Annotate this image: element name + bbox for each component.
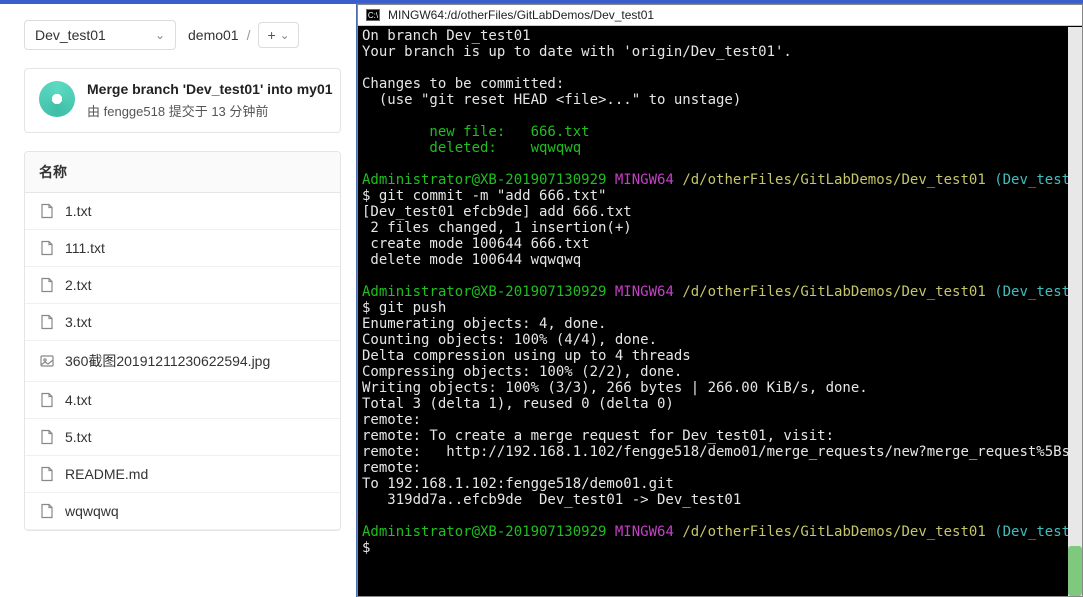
terminal-line: Enumerating objects: 4, done. — [362, 316, 606, 332]
commit-info: Merge branch 'Dev_test01' into my01 由 fe… — [87, 81, 333, 120]
terminal-window[interactable]: C:\ MINGW64:/d/otherFiles/GitLabDemos/De… — [357, 4, 1083, 597]
file-icon — [39, 277, 55, 293]
terminal-line: delete mode 100644 wqwqwq — [362, 252, 581, 268]
prompt-path: /d/otherFiles/GitLabDemos/Dev_test01 — [682, 524, 985, 540]
breadcrumb-slash: / — [247, 27, 251, 43]
file-name: README.md — [65, 466, 148, 482]
terminal-line: remote: — [362, 412, 421, 428]
terminal-icon: C:\ — [366, 9, 380, 21]
terminal-line: Changes to be committed: — [362, 76, 564, 92]
file-row[interactable]: 360截图20191211230622594.jpg — [25, 341, 340, 382]
commit-by-label: 由 — [87, 104, 104, 119]
file-row[interactable]: README.md — [25, 456, 340, 493]
file-name: 360截图20191211230622594.jpg — [65, 351, 270, 371]
terminal-cmd: git commit -m "add 666.txt" — [370, 188, 606, 204]
add-button[interactable]: + ⌄ — [258, 22, 298, 48]
terminal-line: Delta compression using up to 4 threads — [362, 348, 691, 364]
terminal-line: remote: — [362, 460, 421, 476]
terminal-line: 319dd7a..efcb9de Dev_test01 -> Dev_test0… — [362, 492, 741, 508]
prompt-userhost: Administrator@XB-201907130929 — [362, 284, 606, 300]
file-name: 4.txt — [65, 392, 91, 408]
file-name: 1.txt — [65, 203, 91, 219]
prompt-path: /d/otherFiles/GitLabDemos/Dev_test01 — [682, 284, 985, 300]
prompt-userhost: Administrator@XB-201907130929 — [362, 524, 606, 540]
file-row[interactable]: 2.txt — [25, 267, 340, 304]
commit-meta-text: 提交于 — [165, 104, 211, 119]
image-file-icon — [39, 353, 55, 369]
file-name: 3.txt — [65, 314, 91, 330]
terminal-line: remote: To create a merge request for De… — [362, 428, 834, 444]
terminal-line: Your branch is up to date with 'origin/D… — [362, 44, 792, 60]
terminal-titlebar[interactable]: C:\ MINGW64:/d/otherFiles/GitLabDemos/De… — [358, 5, 1082, 26]
terminal-line: On branch Dev_test01 — [362, 28, 531, 44]
plus-icon: + — [267, 27, 275, 43]
terminal-line: new file: 666.txt — [362, 124, 590, 140]
controls-row: Dev_test01 ⌄ demo01 / + ⌄ — [24, 20, 341, 50]
terminal-line: (use "git reset HEAD <file>..." to unsta… — [362, 92, 741, 108]
commit-title: Merge branch 'Dev_test01' into my01 — [87, 81, 333, 97]
terminal-line: Counting objects: 100% (4/4), done. — [362, 332, 657, 348]
breadcrumb: demo01 / + ⌄ — [188, 22, 299, 48]
file-icon — [39, 314, 55, 330]
file-row[interactable]: 4.txt — [25, 382, 340, 419]
file-icon — [39, 503, 55, 519]
file-row[interactable]: 3.txt — [25, 304, 340, 341]
file-row[interactable]: 5.txt — [25, 419, 340, 456]
branch-label: Dev_test01 — [35, 27, 106, 43]
file-icon — [39, 429, 55, 445]
chevron-down-icon: ⌄ — [155, 28, 165, 42]
commit-time: 13 分钟前 — [211, 104, 268, 119]
file-icon — [39, 466, 55, 482]
file-icon — [39, 240, 55, 256]
prompt-shell: MINGW64 — [615, 172, 674, 188]
file-row[interactable]: wqwqwq — [25, 493, 340, 530]
file-table-header: 名称 — [25, 152, 340, 193]
terminal-line: Writing objects: 100% (3/3), 266 bytes |… — [362, 380, 868, 396]
file-icon — [39, 203, 55, 219]
commit-meta: 由 fengge518 提交于 13 分钟前 — [87, 101, 333, 120]
terminal-line: 2 files changed, 1 insertion(+) — [362, 220, 632, 236]
terminal-line: remote: http://192.168.1.102/fengge518/d… — [362, 444, 1082, 460]
terminal-line: To 192.168.1.102:fengge518/demo01.git — [362, 476, 674, 492]
prompt-shell: MINGW64 — [615, 524, 674, 540]
commit-card[interactable]: Merge branch 'Dev_test01' into my01 由 fe… — [24, 68, 341, 133]
breadcrumb-item[interactable]: demo01 — [188, 27, 239, 43]
prompt-dollar: $ — [362, 540, 370, 556]
file-name: 5.txt — [65, 429, 91, 445]
terminal-line: deleted: wqwqwq — [362, 140, 581, 156]
file-row[interactable]: 111.txt — [25, 230, 340, 267]
file-table: 名称 1.txt 111.txt 2.txt 3.txt 360截图2019121123… — [24, 151, 341, 531]
avatar — [39, 81, 75, 117]
terminal-line: Total 3 (delta 1), reused 0 (delta 0) — [362, 396, 674, 412]
file-name: 2.txt — [65, 277, 91, 293]
branch-dropdown[interactable]: Dev_test01 ⌄ — [24, 20, 176, 50]
prompt-userhost: Administrator@XB-201907130929 — [362, 172, 606, 188]
terminal-line: create mode 100644 666.txt — [362, 236, 590, 252]
terminal-line: Compressing objects: 100% (2/2), done. — [362, 364, 682, 380]
prompt-shell: MINGW64 — [615, 284, 674, 300]
chevron-down-icon: ⌄ — [280, 28, 290, 42]
file-row[interactable]: 1.txt — [25, 193, 340, 230]
commit-author[interactable]: fengge518 — [104, 104, 165, 119]
prompt-path: /d/otherFiles/GitLabDemos/Dev_test01 — [682, 172, 985, 188]
terminal-scrollbar[interactable] — [1068, 27, 1082, 596]
terminal-cmd: git push — [370, 300, 446, 316]
file-icon — [39, 392, 55, 408]
terminal-line: [Dev_test01 efcb9de] add 666.txt — [362, 204, 632, 220]
terminal-title: MINGW64:/d/otherFiles/GitLabDemos/Dev_te… — [388, 8, 654, 22]
file-name: wqwqwq — [65, 503, 119, 519]
files-panel: Dev_test01 ⌄ demo01 / + ⌄ Merge branch '… — [0, 4, 357, 597]
scrollbar-thumb[interactable] — [1068, 546, 1082, 596]
terminal-body[interactable]: On branch Dev_test01 Your branch is up t… — [358, 26, 1082, 595]
file-name: 111.txt — [65, 240, 105, 256]
